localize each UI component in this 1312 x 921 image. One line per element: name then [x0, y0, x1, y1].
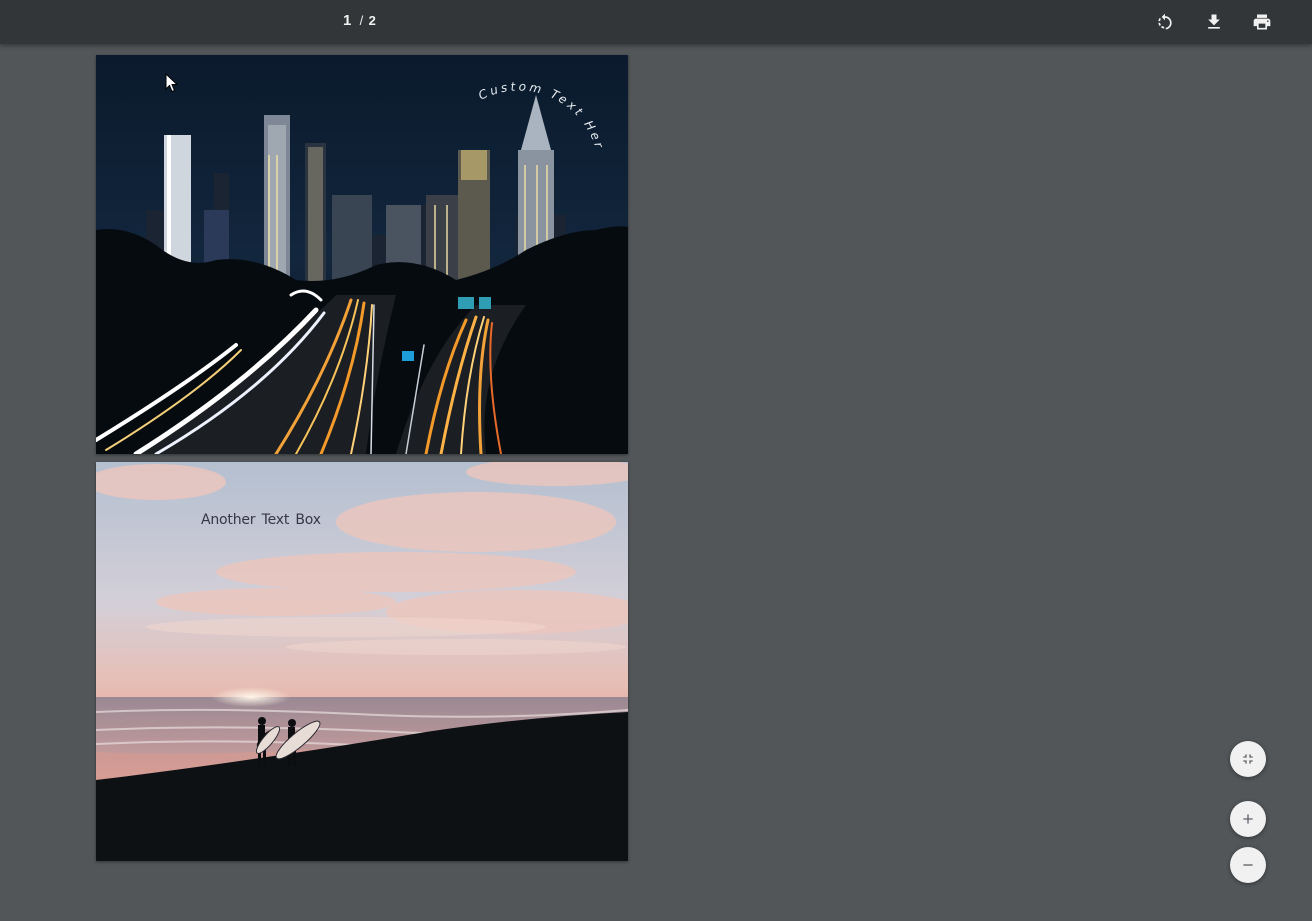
download-icon: [1208, 14, 1220, 29]
download-button[interactable]: [1198, 6, 1230, 38]
beach-sunset-image: [96, 462, 628, 861]
plus-icon: [1243, 814, 1253, 824]
pdf-page-1: Custom Text Here: [96, 55, 628, 454]
page-separator: /: [359, 13, 364, 28]
minus-icon: [1243, 864, 1253, 866]
page-indicator: 1 / 2: [343, 12, 376, 29]
zoom-out-button[interactable]: [1230, 847, 1266, 883]
fit-to-page-icon: [1243, 754, 1253, 764]
pdf-page-2: Another Text Box: [96, 462, 628, 861]
mouse-cursor-icon: [165, 73, 179, 93]
fit-to-page-button[interactable]: [1230, 741, 1266, 777]
print-button[interactable]: [1246, 6, 1278, 38]
city-night-image: Custom Text Here: [96, 55, 628, 454]
current-page-number[interactable]: 1: [343, 12, 352, 29]
pdf-toolbar: 1 / 2: [0, 0, 1312, 44]
zoom-in-button[interactable]: [1230, 801, 1266, 837]
total-pages: 2: [368, 13, 377, 28]
rotate-button[interactable]: [1149, 6, 1181, 38]
print-icon: [1253, 14, 1271, 30]
rotate-icon: [1158, 13, 1172, 30]
text-box-annotation[interactable]: Another Text Box: [201, 512, 321, 528]
